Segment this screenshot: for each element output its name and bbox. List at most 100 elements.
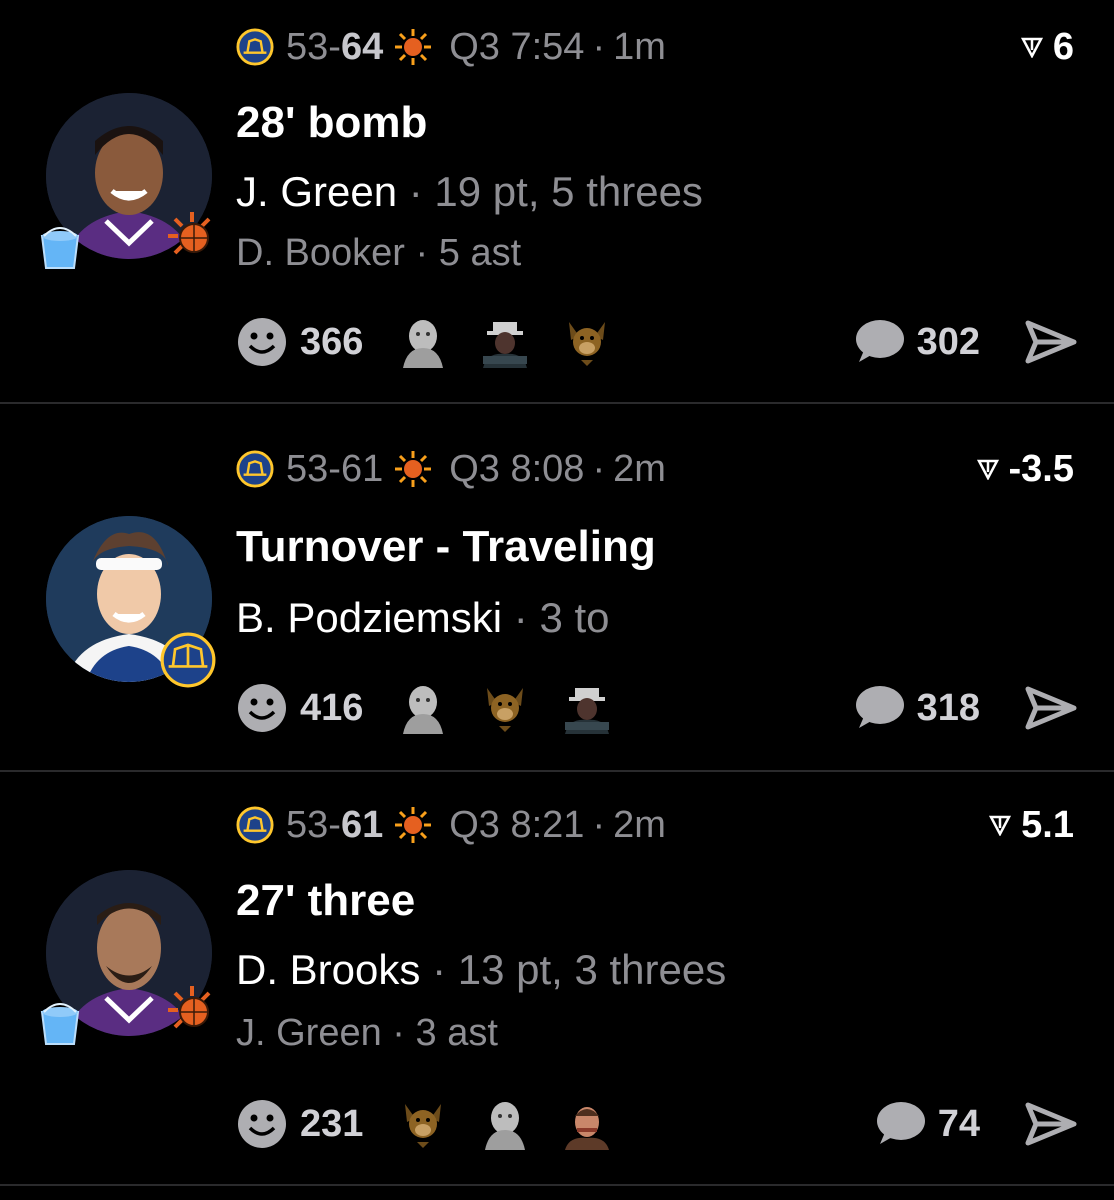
dog-reactor-icon[interactable] (479, 682, 531, 734)
assist-stats: 3 ast (415, 1012, 498, 1054)
play-headline: 28' bomb (236, 98, 428, 147)
player-name[interactable]: D. Brooks (236, 946, 420, 993)
team-b-score: 61 (340, 447, 384, 490)
player-name[interactable]: B. Podziemski (236, 594, 502, 641)
score-dash: - (328, 25, 341, 68)
react-button[interactable]: 231 (236, 1098, 363, 1150)
suns-logo-icon (395, 29, 432, 65)
warriors-logo-icon (236, 28, 274, 66)
player-line: B. Podziemski · 3 to (236, 594, 610, 642)
separator: · (592, 803, 606, 846)
comment-icon[interactable] (851, 318, 905, 366)
score-dash: - (328, 447, 341, 490)
baby-reactor-icon[interactable] (479, 1098, 531, 1150)
reaction-count: 416 (300, 686, 364, 729)
bucket-icon (40, 227, 80, 269)
odds-icon (989, 815, 1012, 836)
share-icon[interactable] (1024, 1101, 1078, 1147)
smiley-icon (238, 1100, 286, 1148)
game-status: 53-61 Q3 8:21 · 2m (236, 800, 666, 850)
separator: · (392, 1012, 405, 1054)
suns-team-badge-icon (168, 212, 211, 255)
smiley-icon (238, 684, 286, 732)
game-status: 53-64 Q3 7:54 · 1m (236, 22, 666, 72)
suns-team-badge-icon (168, 986, 211, 1029)
play-card[interactable]: 53-61 Q3 8:08 · 2m -3.5 Turnover - Traveli… (0, 404, 1114, 770)
comment-count: 318 (916, 686, 980, 729)
comment-icon[interactable] (872, 1100, 926, 1148)
odds-badge[interactable]: 5.1 (989, 800, 1074, 850)
team-a-score: 53 (286, 803, 329, 846)
team-a-score: 53 (286, 447, 329, 490)
post-actions: 302 (851, 314, 1078, 370)
assist-player-name[interactable]: J. Green (236, 1012, 382, 1054)
player-stats: 19 pt, 5 threes (434, 168, 703, 215)
post-actions: 318 (851, 680, 1078, 736)
reaction-bar: 416 (236, 680, 613, 736)
odds-badge[interactable]: 6 (1020, 22, 1074, 72)
assist-line: J. Green · 3 ast (236, 1012, 498, 1055)
score-dash: - (328, 803, 341, 846)
smiley-icon (238, 318, 286, 366)
hat-man-reactor-icon[interactable] (479, 316, 531, 368)
warriors-logo-icon (236, 450, 274, 488)
warriors-team-badge-icon (160, 632, 216, 688)
face-reactor-icon[interactable] (561, 1098, 613, 1150)
player-name[interactable]: J. Green (236, 168, 397, 215)
separator: · (408, 168, 423, 215)
separator: · (513, 594, 528, 641)
react-button[interactable]: 416 (236, 682, 363, 734)
assist-stats: 5 ast (438, 232, 522, 274)
comment-count: 302 (916, 320, 980, 363)
odds-value: 5.1 (1021, 803, 1074, 846)
play-headline: 27' three (236, 876, 416, 925)
play-card[interactable]: 53-64 Q3 7:54 · 1m 6 28' bomb J. Green · 1… (0, 0, 1114, 402)
game-clock: Q3 8:21 (449, 803, 585, 846)
assist-line: D. Booker · 5 ast (236, 232, 521, 275)
play-headline: Turnover - Traveling (236, 522, 656, 571)
game-clock: Q3 8:08 (449, 447, 585, 490)
team-b-score: 64 (340, 25, 384, 68)
odds-value: 6 (1052, 25, 1074, 68)
warriors-logo-icon (236, 806, 274, 844)
reaction-bar: 231 (236, 1096, 613, 1152)
dog-reactor-icon[interactable] (561, 316, 613, 368)
post-age: 1m (613, 25, 666, 68)
player-line: J. Green · 19 pt, 5 threes (236, 168, 703, 216)
suns-logo-icon (395, 451, 432, 487)
separator: · (592, 25, 606, 68)
odds-icon (1020, 37, 1043, 58)
player-stats: 3 to (539, 594, 610, 641)
assist-player-name[interactable]: D. Booker (236, 232, 405, 274)
bucket-icon (40, 1003, 80, 1045)
divider (0, 1184, 1114, 1186)
react-button[interactable]: 366 (236, 316, 363, 368)
team-a-score: 53 (286, 25, 329, 68)
odds-badge[interactable]: -3.5 (976, 444, 1074, 494)
odds-value: -3.5 (1008, 447, 1074, 490)
baby-reactor-icon[interactable] (397, 316, 449, 368)
hat-man-reactor-icon[interactable] (561, 682, 613, 734)
team-b-score: 61 (340, 803, 384, 846)
share-icon[interactable] (1024, 319, 1078, 365)
play-card[interactable]: 53-61 Q3 8:21 · 2m 5.1 27' three D. Brooks… (0, 772, 1114, 1184)
separator: · (592, 447, 606, 490)
comment-icon[interactable] (851, 684, 905, 732)
share-icon[interactable] (1024, 685, 1078, 731)
separator: · (432, 946, 447, 993)
post-age: 2m (613, 447, 666, 490)
player-line: D. Brooks · 13 pt, 3 threes (236, 946, 726, 994)
reaction-count: 366 (300, 320, 364, 363)
comment-count: 74 (937, 1102, 980, 1145)
player-stats: 13 pt, 3 threes (457, 946, 727, 993)
post-actions: 74 (872, 1096, 1078, 1152)
dog-reactor-icon[interactable] (397, 1098, 449, 1150)
reaction-count: 231 (300, 1102, 364, 1145)
game-clock: Q3 7:54 (449, 25, 585, 68)
suns-logo-icon (395, 807, 432, 843)
separator: · (415, 232, 429, 274)
odds-icon (976, 459, 999, 480)
baby-reactor-icon[interactable] (397, 682, 449, 734)
reaction-bar: 366 (236, 314, 613, 370)
post-age: 2m (613, 803, 666, 846)
